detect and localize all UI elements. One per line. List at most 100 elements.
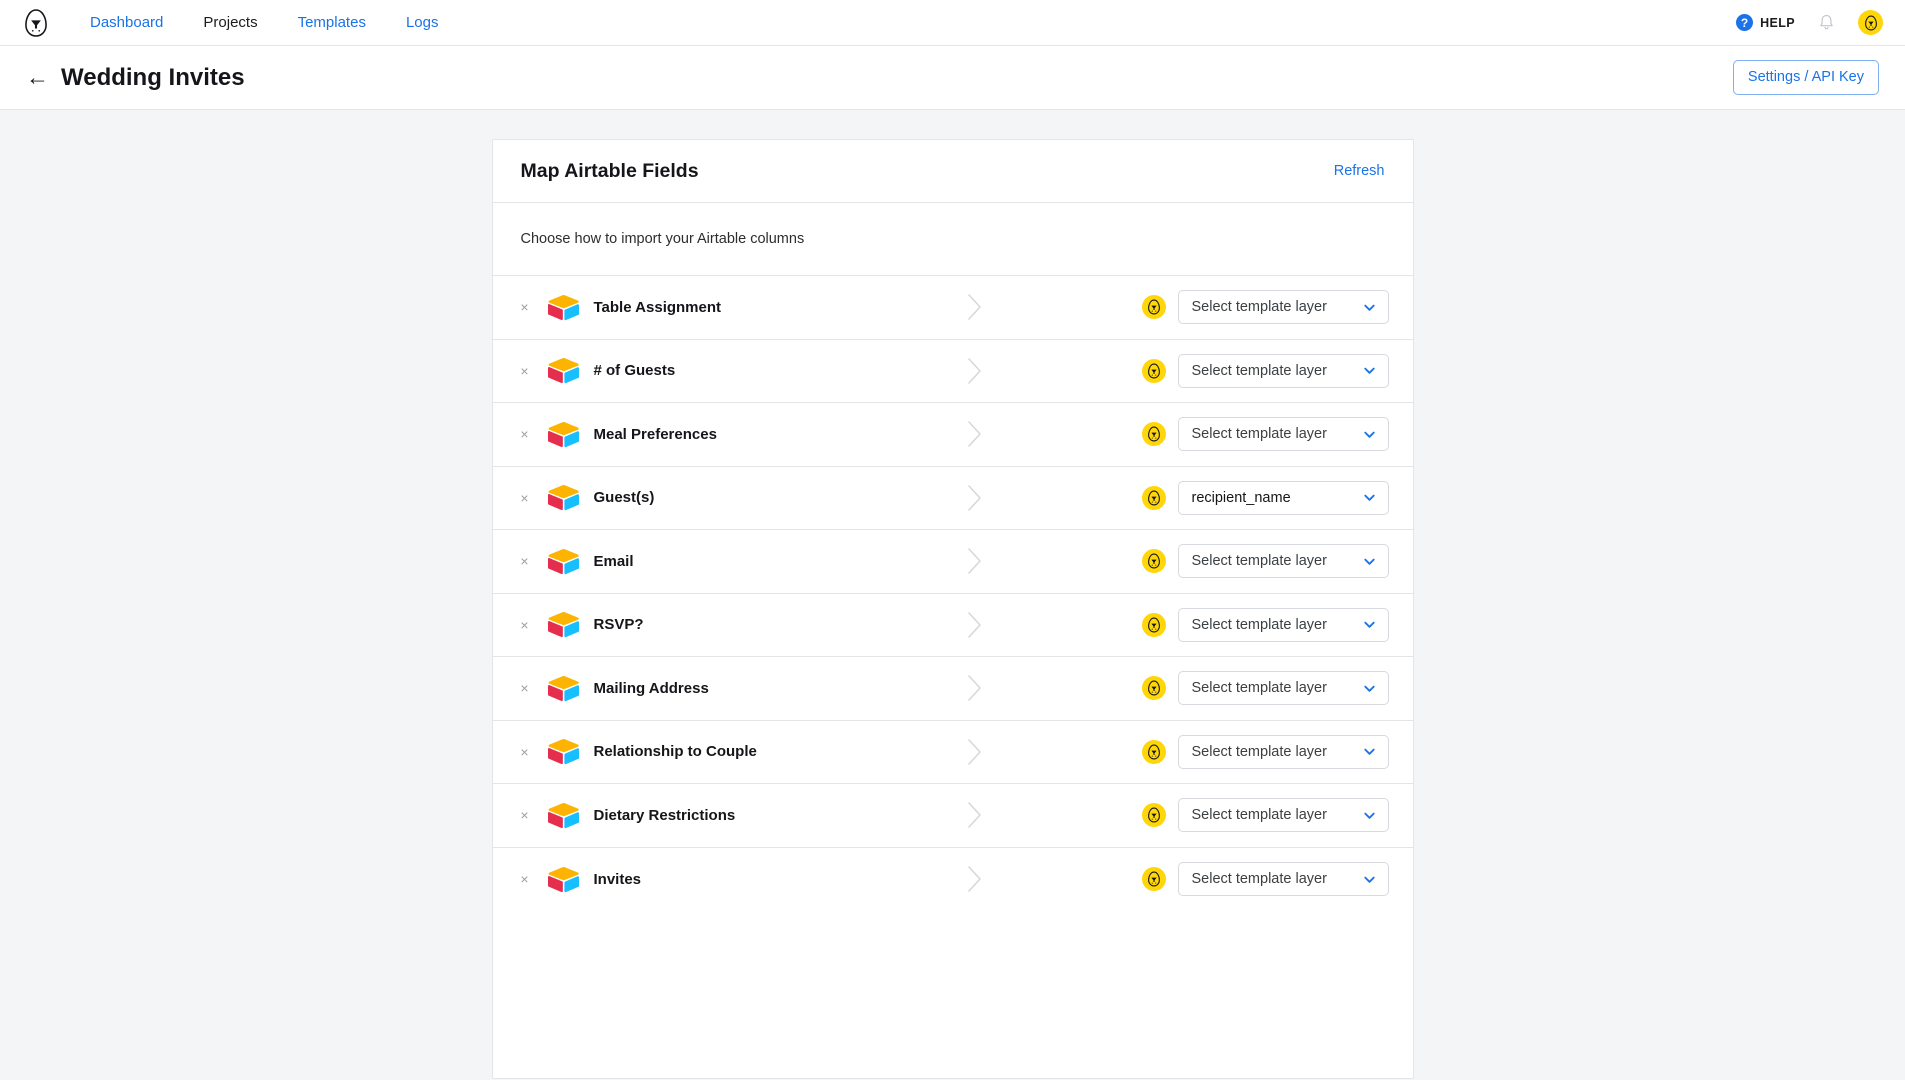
chevron-down-icon[interactable] (1362, 363, 1377, 378)
top-nav-right-group: ? HELP (1736, 10, 1883, 35)
airtable-logo-icon (547, 863, 580, 896)
remove-field-button[interactable]: × (517, 363, 533, 379)
field-mapping-row-3: × Guest(s) rec (493, 467, 1413, 531)
template-layer-select[interactable]: Select template layer (1178, 608, 1389, 642)
egg-mascot-avatar-icon (1142, 359, 1166, 383)
egg-mascot-avatar-icon (1142, 295, 1166, 319)
remove-field-button[interactable]: × (517, 807, 533, 823)
airtable-logo-icon (547, 735, 580, 768)
field-mapping-row-7: × Relationship to Couple (493, 721, 1413, 785)
nav-link-projects[interactable]: Projects (183, 0, 277, 46)
template-layer-value: Select template layer (1192, 617, 1327, 633)
template-layer-select[interactable]: Select template layer (1178, 544, 1389, 578)
remove-field-button[interactable]: × (517, 617, 533, 633)
airtable-field-name: Dietary Restrictions (594, 807, 736, 824)
nav-link-templates[interactable]: Templates (278, 0, 386, 46)
airtable-logo-icon (547, 608, 580, 641)
egg-mascot-logo-icon[interactable] (22, 9, 50, 37)
field-mapping-row-8: × Dietary Restrictions (493, 784, 1413, 848)
chevron-down-icon[interactable] (1362, 617, 1377, 632)
chevron-right-icon (964, 354, 986, 388)
airtable-logo-icon (547, 354, 580, 387)
chevron-right-icon (964, 735, 986, 769)
template-layer-select[interactable]: Select template layer (1178, 862, 1389, 896)
chevron-down-icon[interactable] (1362, 427, 1377, 442)
primary-nav-links: Dashboard Projects Templates Logs (70, 0, 458, 46)
egg-mascot-avatar-icon (1142, 549, 1166, 573)
chevron-down-icon[interactable] (1362, 554, 1377, 569)
field-mapping-row-5: × RSVP? Select (493, 594, 1413, 658)
field-mapping-row-9: × Invites Sele (493, 848, 1413, 912)
refresh-link[interactable]: Refresh (1334, 163, 1385, 179)
template-layer-value: Select template layer (1192, 299, 1327, 315)
egg-mascot-avatar-icon (1142, 740, 1166, 764)
airtable-field-name: Table Assignment (594, 299, 722, 316)
chevron-right-icon (964, 671, 986, 705)
template-layer-select[interactable]: Select template layer (1178, 354, 1389, 388)
back-arrow-icon[interactable]: ← (26, 66, 49, 89)
egg-mascot-avatar-icon (1142, 613, 1166, 637)
template-layer-target: Select template layer (1142, 290, 1389, 324)
airtable-logo-icon (547, 672, 580, 705)
chevron-down-icon[interactable] (1362, 872, 1377, 887)
chevron-right-icon (964, 481, 986, 515)
airtable-field-name: RSVP? (594, 616, 644, 633)
help-button[interactable]: ? HELP (1736, 14, 1795, 31)
template-layer-target: Select template layer (1142, 354, 1389, 388)
template-layer-select[interactable]: Select template layer (1178, 671, 1389, 705)
remove-field-button[interactable]: × (517, 299, 533, 315)
map-airtable-fields-card: Map Airtable Fields Refresh Choose how t… (492, 139, 1414, 1079)
chevron-down-icon[interactable] (1362, 744, 1377, 759)
airtable-field-name: Meal Preferences (594, 426, 717, 443)
template-layer-value: Select template layer (1192, 871, 1327, 887)
nav-link-dashboard[interactable]: Dashboard (70, 0, 183, 46)
remove-field-button[interactable]: × (517, 744, 533, 760)
user-avatar[interactable] (1858, 10, 1883, 35)
page-title-with-back[interactable]: ← Wedding Invites (26, 64, 245, 92)
page-title: Wedding Invites (61, 64, 245, 92)
template-layer-target: Select template layer (1142, 417, 1389, 451)
main-content-area: Map Airtable Fields Refresh Choose how t… (0, 110, 1905, 1079)
template-layer-value: Select template layer (1192, 807, 1327, 823)
card-subtitle: Choose how to import your Airtable colum… (493, 203, 1413, 276)
chevron-right-icon (964, 290, 986, 324)
chevron-down-icon[interactable] (1362, 300, 1377, 315)
card-subtitle-text: Choose how to import your Airtable colum… (521, 231, 805, 247)
egg-mascot-avatar-icon (1142, 867, 1166, 891)
airtable-field-name: Mailing Address (594, 680, 709, 697)
field-mapping-row-2: × Meal Preferences (493, 403, 1413, 467)
template-layer-target: Select template layer (1142, 671, 1389, 705)
nav-link-logs[interactable]: Logs (386, 0, 459, 46)
remove-field-button[interactable]: × (517, 680, 533, 696)
airtable-field-name: Guest(s) (594, 489, 655, 506)
airtable-logo-icon (547, 481, 580, 514)
settings-api-key-button[interactable]: Settings / API Key (1733, 60, 1879, 95)
field-mapping-row-0: × Table Assignment (493, 276, 1413, 340)
template-layer-value: Select template layer (1192, 680, 1327, 696)
egg-mascot-avatar-icon (1142, 676, 1166, 700)
template-layer-select[interactable]: Select template layer (1178, 417, 1389, 451)
airtable-logo-icon (547, 545, 580, 578)
field-mapping-row-4: × Email Select (493, 530, 1413, 594)
egg-mascot-avatar-icon (1142, 803, 1166, 827)
airtable-field-name: # of Guests (594, 362, 676, 379)
template-layer-value: Select template layer (1192, 744, 1327, 760)
template-layer-select[interactable]: recipient_name (1178, 481, 1389, 515)
remove-field-button[interactable]: × (517, 871, 533, 887)
remove-field-button[interactable]: × (517, 553, 533, 569)
chevron-down-icon[interactable] (1362, 490, 1377, 505)
notification-bell-icon[interactable] (1817, 13, 1836, 32)
egg-mascot-avatar-icon (1142, 486, 1166, 510)
chevron-right-icon (964, 544, 986, 578)
template-layer-select[interactable]: Select template layer (1178, 735, 1389, 769)
template-layer-select[interactable]: Select template layer (1178, 290, 1389, 324)
field-mapping-list: × Table Assignment (493, 276, 1413, 911)
chevron-right-icon (964, 798, 986, 832)
remove-field-button[interactable]: × (517, 426, 533, 442)
airtable-logo-icon (547, 799, 580, 832)
remove-field-button[interactable]: × (517, 490, 533, 506)
chevron-down-icon[interactable] (1362, 808, 1377, 823)
top-navigation-bar: Dashboard Projects Templates Logs ? HELP (0, 0, 1905, 46)
chevron-down-icon[interactable] (1362, 681, 1377, 696)
template-layer-select[interactable]: Select template layer (1178, 798, 1389, 832)
